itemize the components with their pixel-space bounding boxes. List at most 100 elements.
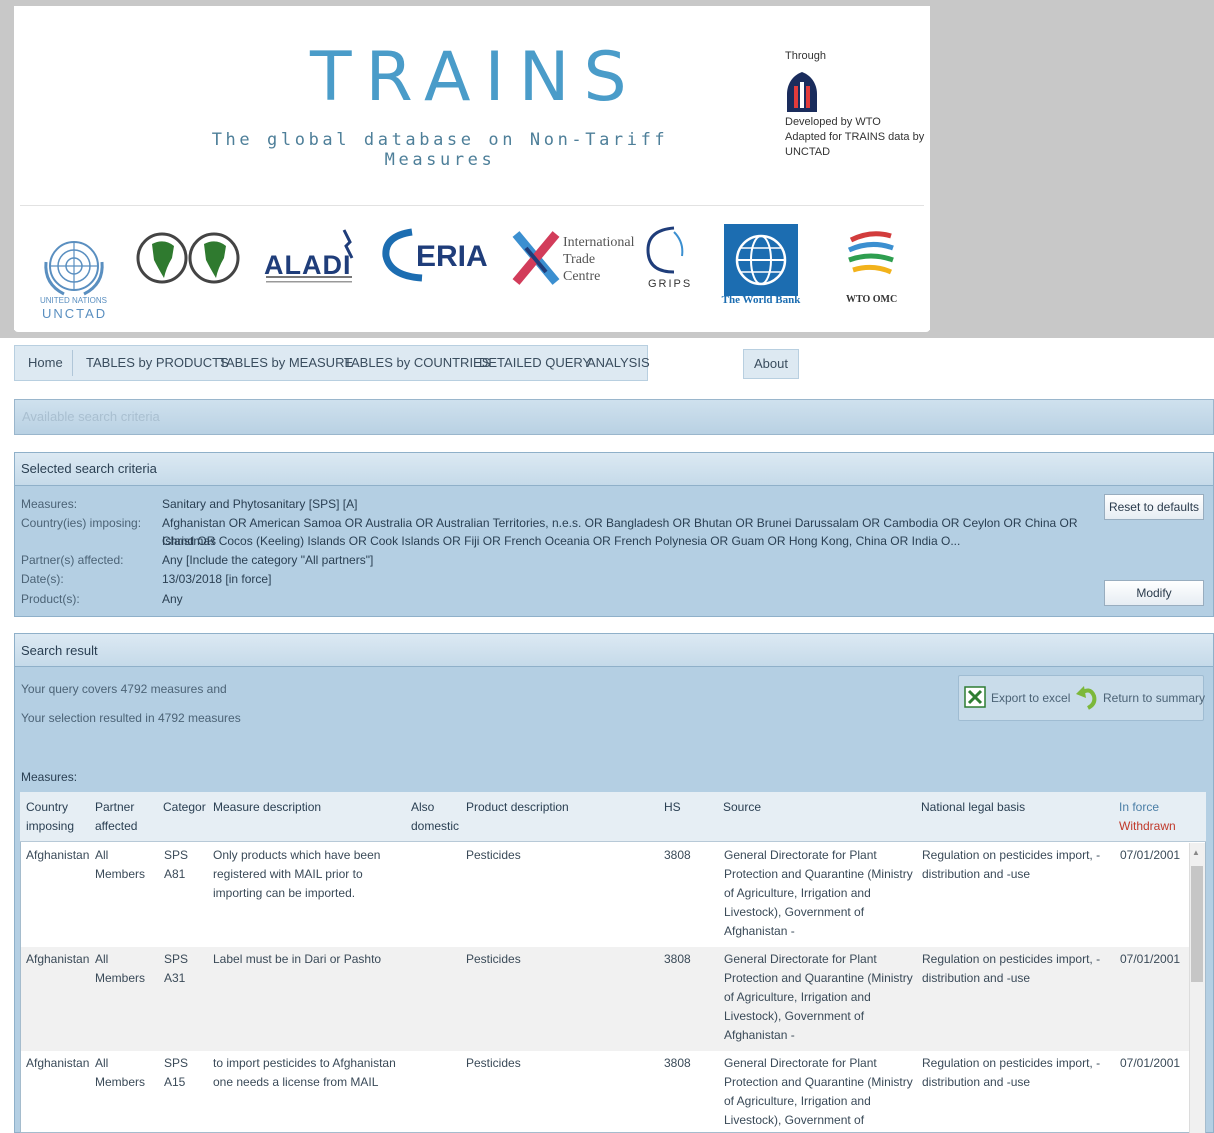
- cell-hs: 3808: [664, 1056, 691, 1070]
- site-subtitle: The global database on Non-Tariff Measur…: [211, 130, 669, 170]
- col-hs[interactable]: HS: [664, 798, 681, 817]
- world-bank-label: The World Bank: [721, 294, 801, 306]
- nav-analysis[interactable]: ANALYSIS: [587, 346, 650, 380]
- cell-line: General Directorate for Plant: [724, 848, 877, 862]
- cell-date: 07/01/2001: [1120, 952, 1181, 966]
- world-bank-logo: [724, 224, 798, 296]
- cell-line: A31: [164, 971, 186, 985]
- cell-line: importing can be imported.: [213, 886, 356, 900]
- cell-line: Label must be in Dari or Pashto: [213, 952, 382, 966]
- itc-logo-icon: [512, 231, 560, 285]
- countries-criteria-value-line2: Island OR Cocos (Keeling) Islands OR Coo…: [162, 534, 961, 548]
- query-coverage-text: Your query covers 4792 measures and: [21, 682, 227, 696]
- scroll-up-arrow-icon[interactable]: ▲: [1192, 848, 1200, 857]
- col-national-legal-basis[interactable]: National legal basis: [921, 798, 1025, 817]
- cell-line: Afghanistan -: [724, 1028, 795, 1042]
- col-in-force[interactable]: In force: [1119, 798, 1159, 817]
- col-header-line: affected: [95, 819, 138, 833]
- unctad-label: UNCTAD: [42, 306, 108, 321]
- cell-line: of Agriculture, Irrigation and: [724, 886, 871, 900]
- products-criteria-value: Any: [162, 592, 183, 606]
- main-nav: Home TABLES by PRODUCTS TABLES by MEASUR…: [14, 345, 650, 381]
- cell-line: Livestock), Government of: [724, 905, 865, 919]
- col-country-imposing[interactable]: Country imposing: [26, 798, 74, 836]
- modify-button[interactable]: Modify: [1104, 580, 1204, 606]
- left-gray-panel: [0, 6, 14, 338]
- cell-line: A15: [164, 1075, 186, 1089]
- nav-detailed-query[interactable]: DETAILED QUERY: [479, 346, 591, 380]
- export-to-excel-link[interactable]: Export to excel: [991, 691, 1070, 705]
- nav-tables-by-products[interactable]: TABLES by PRODUCTS: [86, 346, 229, 380]
- cell-partner: All Members: [95, 846, 145, 884]
- cell-line: distribution and -use: [922, 1075, 1031, 1089]
- cell-line: A81: [164, 867, 186, 881]
- cell-line: All: [95, 848, 109, 862]
- measures-criteria-value: Sanitary and Phytosanitary [SPS] [A]: [162, 497, 358, 511]
- cell-category: SPS A81: [164, 846, 188, 884]
- cell-line: distribution and -use: [922, 867, 1031, 881]
- reset-to-defaults-button[interactable]: Reset to defaults: [1104, 494, 1204, 520]
- excel-icon[interactable]: [964, 686, 986, 708]
- cell-line: Afghanistan -: [724, 924, 795, 938]
- wto-label: WTO OMC: [846, 294, 898, 305]
- cell-line: Regulation on pesticides import, -: [922, 952, 1101, 966]
- col-measure-description[interactable]: Measure description: [213, 798, 321, 817]
- cell-legal-basis: Regulation on pesticides import, - distr…: [922, 1054, 1100, 1092]
- available-criteria-bar[interactable]: [14, 399, 1214, 435]
- table-row[interactable]: Afghanistan All Members SPS A15 to impor…: [21, 1051, 1189, 1133]
- nav-home[interactable]: Home: [28, 346, 63, 380]
- return-arrow-icon[interactable]: [1076, 684, 1098, 710]
- nav-tables-by-countries[interactable]: TABLES by COUNTRIES: [344, 346, 490, 380]
- cell-line: of Agriculture, Irrigation and: [724, 990, 871, 1004]
- col-product-description[interactable]: Product description: [466, 798, 569, 817]
- scrollbar-thumb[interactable]: [1191, 866, 1203, 982]
- about-button[interactable]: About: [743, 349, 799, 379]
- countries-criteria-label: Country(ies) imposing:: [21, 516, 142, 530]
- col-source[interactable]: Source: [723, 798, 761, 817]
- logo-divider: [20, 205, 924, 206]
- itc-line: Trade: [563, 252, 596, 267]
- eria-logo-icon: ERIA: [382, 228, 488, 282]
- dev-line: Developed by WTO: [785, 116, 881, 128]
- cell-source: General Directorate for Plant Protection…: [724, 1054, 913, 1130]
- cell-line: Members: [95, 971, 146, 985]
- col-category[interactable]: Categor: [163, 798, 209, 817]
- aladi-label: ALADI: [264, 250, 352, 280]
- col-header-line: domestic: [411, 819, 460, 833]
- itc-line: International: [563, 235, 635, 250]
- site-title: TRAINS: [310, 38, 641, 117]
- cell-line: Regulation on pesticides import, -: [922, 1056, 1101, 1070]
- cell-line: All: [95, 952, 109, 966]
- cell-partner: All Members: [95, 1054, 145, 1092]
- cell-line: Protection and Quarantine (Ministry: [724, 1075, 913, 1089]
- grips-logo-icon: [646, 226, 684, 274]
- cell-line: Regulation on pesticides import, -: [922, 848, 1101, 862]
- cell-product: Pesticides: [466, 952, 521, 966]
- svg-text:ERIA: ERIA: [416, 240, 488, 273]
- return-to-summary-link[interactable]: Return to summary: [1103, 691, 1205, 705]
- cell-description: Only products which have been registered…: [213, 846, 380, 903]
- nav-tables-by-measure[interactable]: TABLES by MEASURE: [219, 346, 353, 380]
- measures-criteria-label: Measures:: [21, 497, 78, 511]
- cell-date: 07/01/2001: [1120, 848, 1181, 862]
- available-criteria-label: Available search criteria: [22, 409, 160, 424]
- african-union-logo-icon: [136, 232, 240, 284]
- table-row[interactable]: Afghanistan All Members SPS A31 Label mu…: [21, 947, 1189, 1051]
- col-also-domestic[interactable]: Also domestic: [411, 798, 459, 836]
- dates-criteria-value: 13/03/2018 [in force]: [162, 572, 272, 586]
- cell-category: SPS A15: [164, 1054, 188, 1092]
- selected-criteria-title: Selected search criteria: [21, 461, 157, 476]
- col-partner-affected[interactable]: Partner affected: [95, 798, 137, 836]
- table-row[interactable]: Afghanistan All Members SPS A81 Only pro…: [21, 843, 1189, 947]
- cell-line: Livestock), Government of: [724, 1113, 865, 1127]
- cell-country: Afghanistan: [26, 1056, 90, 1070]
- cell-partner: All Members: [95, 950, 145, 988]
- cell-line: SPS: [164, 1056, 189, 1070]
- col-header-line: Country: [26, 800, 69, 814]
- partners-criteria-value: Any [Include the category "All partners"…: [162, 553, 374, 567]
- cell-hs: 3808: [664, 952, 691, 966]
- cell-product: Pesticides: [466, 1056, 521, 1070]
- cell-line: SPS: [164, 952, 189, 966]
- itc-label: International Trade Centre: [563, 234, 635, 285]
- col-withdrawn[interactable]: Withdrawn: [1119, 817, 1176, 836]
